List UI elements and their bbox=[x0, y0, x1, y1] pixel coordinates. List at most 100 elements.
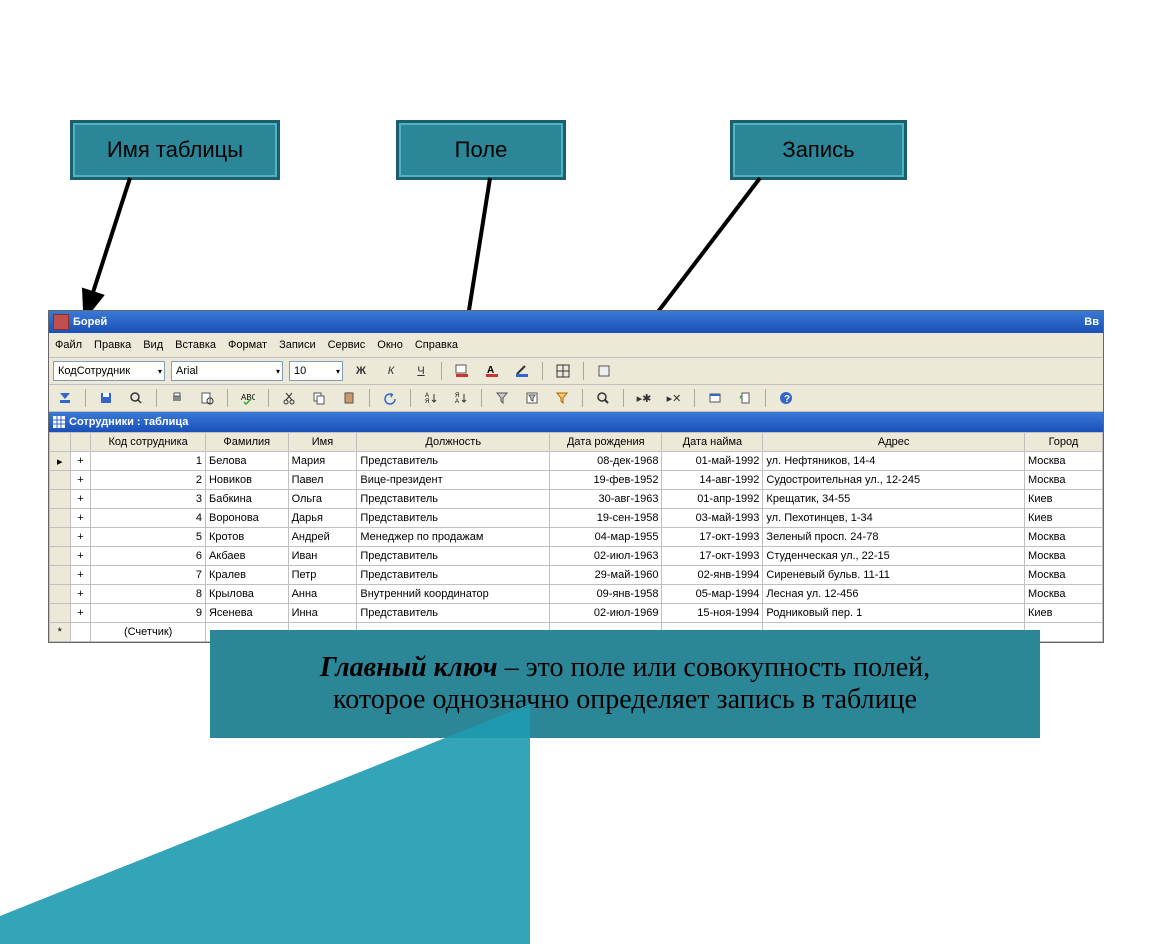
cell-birthdate[interactable]: 19-фев-1952 bbox=[550, 471, 662, 490]
help-button[interactable]: ? bbox=[774, 387, 798, 409]
cell-id[interactable]: 6 bbox=[91, 547, 206, 566]
expand-button[interactable]: + bbox=[70, 547, 91, 566]
cell-firstname[interactable]: Петр bbox=[288, 566, 357, 585]
cell-hiredate[interactable]: 03-май-1993 bbox=[662, 509, 763, 528]
table-row[interactable]: +3БабкинаОльгаПредставитель30-авг-196301… bbox=[50, 490, 1103, 509]
table-row[interactable]: +5КротовАндрейМенеджер по продажам04-мар… bbox=[50, 528, 1103, 547]
delete-record-button[interactable]: ▸✕ bbox=[662, 387, 686, 409]
cell-firstname[interactable]: Андрей bbox=[288, 528, 357, 547]
line-color-button[interactable] bbox=[510, 360, 534, 382]
menu-help[interactable]: Справка bbox=[415, 339, 458, 351]
cell-lastname[interactable]: Белова bbox=[205, 452, 288, 471]
cut-button[interactable] bbox=[277, 387, 301, 409]
cell-city[interactable]: Москва bbox=[1024, 547, 1102, 566]
table-row[interactable]: +9ЯсеневаИннаПредставитель02-июл-196915-… bbox=[50, 604, 1103, 623]
table-row[interactable]: +4ВороноваДарьяПредставитель19-сен-19580… bbox=[50, 509, 1103, 528]
cell-city[interactable]: Москва bbox=[1024, 528, 1102, 547]
col-position[interactable]: Должность bbox=[357, 433, 550, 452]
font-color-button[interactable]: A bbox=[480, 360, 504, 382]
cell-id[interactable]: 1 bbox=[91, 452, 206, 471]
cell-id[interactable]: 2 bbox=[91, 471, 206, 490]
cell-birthdate[interactable]: 19-сен-1958 bbox=[550, 509, 662, 528]
cell-id[interactable]: 7 bbox=[91, 566, 206, 585]
fill-color-button[interactable] bbox=[450, 360, 474, 382]
cell-id[interactable]: 5 bbox=[91, 528, 206, 547]
menu-edit[interactable]: Правка bbox=[94, 339, 131, 351]
cell-city[interactable]: Москва bbox=[1024, 585, 1102, 604]
toggle-filter-button[interactable] bbox=[550, 387, 574, 409]
row-selector[interactable] bbox=[50, 471, 71, 490]
filter-selection-button[interactable] bbox=[490, 387, 514, 409]
cell-position[interactable]: Представитель bbox=[357, 490, 550, 509]
cell-lastname[interactable]: Новиков bbox=[205, 471, 288, 490]
cell-address[interactable]: Лесная ул. 12-456 bbox=[763, 585, 1025, 604]
cell-hiredate[interactable]: 01-апр-1992 bbox=[662, 490, 763, 509]
row-selector[interactable] bbox=[50, 585, 71, 604]
cell-position[interactable]: Внутренний координатор bbox=[357, 585, 550, 604]
cell-address[interactable]: Сиреневый бульв. 11-11 bbox=[763, 566, 1025, 585]
subwindow-titlebar[interactable]: Сотрудники : таблица bbox=[49, 412, 1103, 432]
cell-counter[interactable]: (Счетчик) bbox=[91, 623, 206, 642]
cell-address[interactable]: Родниковый пер. 1 bbox=[763, 604, 1025, 623]
cell-position[interactable]: Представитель bbox=[357, 547, 550, 566]
cell-address[interactable]: ул. Нефтяников, 14-4 bbox=[763, 452, 1025, 471]
cell-lastname[interactable]: Воронова bbox=[205, 509, 288, 528]
font-size-dropdown[interactable]: 10 bbox=[289, 361, 343, 381]
cell-firstname[interactable]: Мария bbox=[288, 452, 357, 471]
cell-lastname[interactable]: Кралев bbox=[205, 566, 288, 585]
row-selector[interactable] bbox=[50, 566, 71, 585]
cell-firstname[interactable]: Павел bbox=[288, 471, 357, 490]
table-row[interactable]: ▸+1БеловаМарияПредставитель08-дек-196801… bbox=[50, 452, 1103, 471]
save-button[interactable] bbox=[94, 387, 118, 409]
cell-hiredate[interactable]: 05-мар-1994 bbox=[662, 585, 763, 604]
view-button[interactable] bbox=[53, 387, 77, 409]
col-city[interactable]: Город bbox=[1024, 433, 1102, 452]
menu-records[interactable]: Записи bbox=[279, 339, 316, 351]
expand-button[interactable]: + bbox=[70, 490, 91, 509]
cell-hiredate[interactable]: 14-авг-1992 bbox=[662, 471, 763, 490]
cell-birthdate[interactable]: 04-мар-1955 bbox=[550, 528, 662, 547]
row-selector-header[interactable] bbox=[50, 433, 71, 452]
menu-service[interactable]: Сервис bbox=[328, 339, 366, 351]
preview-button[interactable] bbox=[195, 387, 219, 409]
cell-hiredate[interactable]: 17-окт-1993 bbox=[662, 547, 763, 566]
cell-birthdate[interactable]: 09-янв-1958 bbox=[550, 585, 662, 604]
sort-desc-button[interactable]: ЯA bbox=[449, 387, 473, 409]
cell-position[interactable]: Представитель bbox=[357, 452, 550, 471]
cell-birthdate[interactable]: 29-май-1960 bbox=[550, 566, 662, 585]
new-record-marker[interactable]: * bbox=[50, 623, 71, 642]
cell-hiredate[interactable]: 15-ноя-1994 bbox=[662, 604, 763, 623]
table-row[interactable]: +7КралевПетрПредставитель29-май-196002-я… bbox=[50, 566, 1103, 585]
cell-hiredate[interactable]: 02-янв-1994 bbox=[662, 566, 763, 585]
row-selector[interactable] bbox=[50, 528, 71, 547]
cell-id[interactable]: 3 bbox=[91, 490, 206, 509]
row-selector[interactable] bbox=[50, 490, 71, 509]
cell-city[interactable]: Москва bbox=[1024, 566, 1102, 585]
cell-position[interactable]: Представитель bbox=[357, 566, 550, 585]
cell-address[interactable]: Студенческая ул., 22-15 bbox=[763, 547, 1025, 566]
row-selector[interactable] bbox=[50, 509, 71, 528]
cell-lastname[interactable]: Бабкина bbox=[205, 490, 288, 509]
cell-hiredate[interactable]: 17-окт-1993 bbox=[662, 528, 763, 547]
cell-id[interactable]: 4 bbox=[91, 509, 206, 528]
italic-button[interactable]: К bbox=[379, 360, 403, 382]
col-employee-id[interactable]: Код сотрудника bbox=[91, 433, 206, 452]
expand-button[interactable]: + bbox=[70, 452, 91, 471]
cell-birthdate[interactable]: 02-июл-1963 bbox=[550, 547, 662, 566]
field-name-dropdown[interactable]: КодСотрудник bbox=[53, 361, 165, 381]
titlebar[interactable]: Борей Вв bbox=[49, 311, 1103, 333]
cell-hiredate[interactable]: 01-май-1992 bbox=[662, 452, 763, 471]
expand-button[interactable]: + bbox=[70, 471, 91, 490]
search-button[interactable] bbox=[124, 387, 148, 409]
cell-city[interactable]: Москва bbox=[1024, 452, 1102, 471]
cell-firstname[interactable]: Анна bbox=[288, 585, 357, 604]
table-row[interactable]: +8КрыловаАннаВнутренний координатор09-ян… bbox=[50, 585, 1103, 604]
cell-lastname[interactable]: Крылова bbox=[205, 585, 288, 604]
cell-birthdate[interactable]: 02-июл-1969 bbox=[550, 604, 662, 623]
bold-button[interactable]: Ж bbox=[349, 360, 373, 382]
expand-button[interactable]: + bbox=[70, 528, 91, 547]
cell-id[interactable]: 8 bbox=[91, 585, 206, 604]
undo-button[interactable] bbox=[378, 387, 402, 409]
cell-birthdate[interactable]: 08-дек-1968 bbox=[550, 452, 662, 471]
font-name-dropdown[interactable]: Arial bbox=[171, 361, 283, 381]
